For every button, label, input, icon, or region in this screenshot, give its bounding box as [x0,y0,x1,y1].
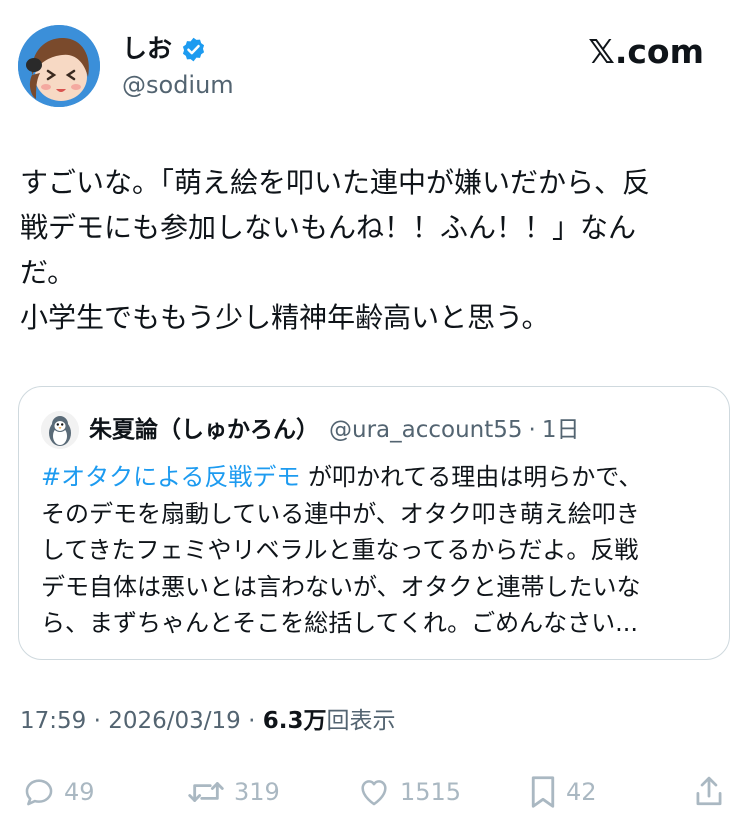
views-label: 回表示 [326,708,396,734]
reply-icon [25,779,53,806]
reply-count: 49 [64,778,95,806]
quoted-author-name[interactable]: 朱夏論（しゅかろん） [89,414,319,446]
retweet-count: 319 [234,778,280,806]
like-count: 1515 [400,778,462,806]
like-button[interactable]: 1515 [356,770,461,814]
tweet-time[interactable]: 17:59 [20,708,86,734]
quote-line: ら、まずちゃんとそこを総括してくれ。ごめんなさい... [41,609,638,637]
brand-logo: 𝕏.com [588,32,704,71]
quoted-timestamp[interactable]: 1日 [542,414,580,446]
share-icon [696,776,722,806]
tweet-date[interactable]: 2026/03/19 [108,708,241,734]
penguin-avatar-icon[interactable] [41,411,79,449]
quoted-tweet-text: #オタクによる反戦デモ が叩かれてる理由は明らかで、 そのデモを扇動している連中… [41,459,711,642]
retweet-button[interactable]: 319 [186,770,280,814]
quote-line: #オタクによる反戦デモ が叩かれてる理由は明らかで、 [41,459,711,496]
author-display-name[interactable]: しお [122,33,207,65]
tweet-line: 小学生でももう少し精神年齢高いと思う。 [20,301,550,334]
quoted-tweet-header: 朱夏論（しゅかろん） @ura_account55 · 1日 [41,411,579,449]
author-handle[interactable]: @sodium [122,70,234,100]
quote-line: デモ自体は悪いとは言わないが、オタクと連帯したいな [41,572,641,601]
meta-separator: · [86,708,109,734]
author-name-text: しお [122,34,173,63]
author-avatar[interactable] [18,25,100,107]
quoted-tweet-card[interactable]: 朱夏論（しゅかろん） @ura_account55 · 1日 #オタクによる反戦… [18,386,730,660]
retweet-icon [188,782,224,802]
bookmark-button[interactable]: 42 [528,770,597,814]
tweet-meta: 17:59 · 2026/03/19 · 6.3万回表示 [20,706,396,736]
tweet-text: すごいな。「萌え絵を叩いた連中が嫌いだから、反 戦デモにも参加しないもんね！！ふ… [20,160,720,340]
separator-dot: · [528,417,536,443]
heart-icon [361,780,387,806]
bookmark-count: 42 [566,778,597,806]
verified-badge-icon [180,36,207,63]
quote-line: そのデモを扇動している連中が、オタク叩き萌え絵叩き [41,499,640,528]
tweet-line: 戦デモにも参加しないもんね！！ふん！！」なん [20,211,637,244]
views-count: 6.3万 [262,708,327,734]
share-button[interactable] [692,770,726,814]
tweet-line: だ。 [20,256,76,289]
action-bar: 49 319 1515 42 [0,770,750,814]
bookmark-icon [531,776,555,808]
meta-separator: · [240,708,263,734]
tweet-line: すごいな。「萌え絵を叩いた連中が嫌いだから、反 [20,166,651,199]
reply-button[interactable]: 49 [22,770,95,814]
quoted-author-handle[interactable]: @ura_account55 [329,414,523,446]
hashtag-link[interactable]: #オタクによる反戦デモ [41,463,300,491]
avatar-cartoon-girl-icon [18,25,100,107]
quote-line-rest: が叩かれてる理由は明らかで、 [300,463,643,491]
quote-line: してきたフェミやリベラルと重なってるからだよ。反戦 [41,536,639,564]
